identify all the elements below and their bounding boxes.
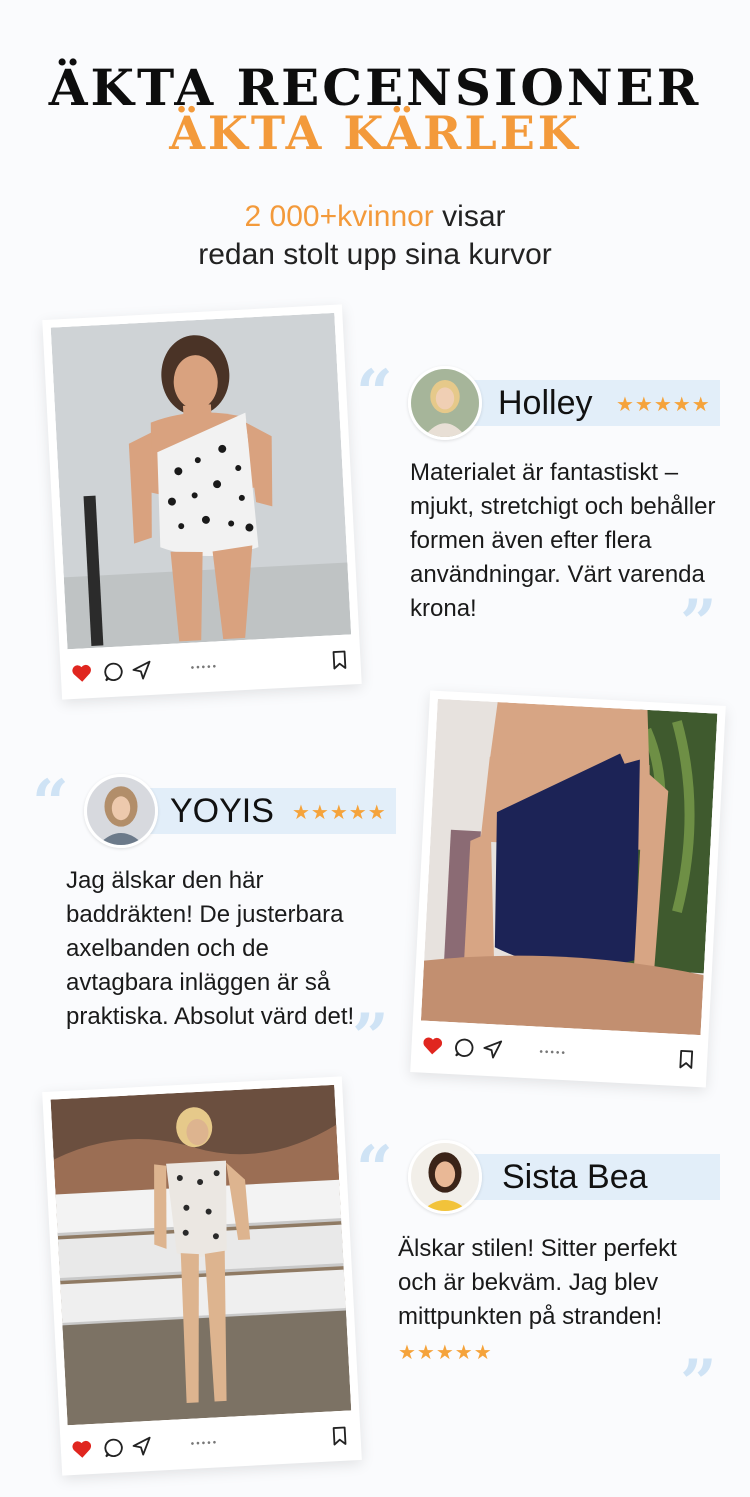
review-text: Jag älskar den här baddräkten! De juster… (66, 867, 355, 1030)
star-rating: ★★★★★ (398, 1342, 493, 1364)
avatar (84, 774, 158, 848)
carousel-dots: ••••• (190, 661, 219, 674)
quote-icon: “ (32, 766, 69, 841)
share-icon[interactable] (130, 659, 153, 682)
post-photo-navy-swimsuit (420, 698, 718, 1036)
review-text: Älskar stilen! Sitter perfekt och är bek… (398, 1235, 677, 1330)
avatar (408, 366, 482, 440)
star-rating: ★★★★★ (616, 394, 711, 416)
photo-post-2: ••••• (410, 690, 726, 1088)
photo-post-3: ••••• (42, 1076, 362, 1476)
carousel-dots: ••••• (190, 1437, 219, 1450)
quote-icon: ” (680, 586, 717, 661)
quote-icon: ” (680, 1346, 717, 1421)
share-icon[interactable] (130, 1435, 153, 1458)
headline-real-love: ÄKTA KÄRLEK (169, 106, 581, 160)
comment-icon[interactable] (453, 1036, 476, 1059)
quote-icon: “ (356, 356, 393, 431)
bookmark-icon[interactable] (675, 1048, 698, 1071)
intro-rest: visar (433, 200, 506, 233)
avatar (408, 1140, 482, 1214)
heart-icon[interactable] (70, 662, 93, 685)
bookmark-icon[interactable] (328, 1424, 351, 1447)
bookmark-icon[interactable] (328, 648, 351, 671)
comment-icon[interactable] (102, 660, 125, 683)
heart-icon[interactable] (421, 1035, 444, 1058)
reviewer-name: Holley (498, 384, 593, 422)
post-photo-boat-swimsuit (50, 1084, 352, 1426)
post-photo-leopard-swimsuit (50, 312, 352, 650)
reviewer-name: Sista Bea (502, 1158, 648, 1196)
reviewer-name: YOYIS (170, 792, 274, 830)
photo-post-1: ••••• (42, 304, 362, 700)
star-rating: ★★★★★ (292, 802, 387, 824)
heart-icon[interactable] (70, 1438, 93, 1461)
quote-icon: ” (352, 1000, 389, 1075)
intro-highlight: 2 000+kvinnor (244, 200, 434, 233)
carousel-dots: ••••• (539, 1046, 568, 1060)
intro-text: 2 000+kvinnor visar redan stolt upp sina… (0, 198, 750, 274)
reviewer-yoyis: YOYIS ★★★★★ (84, 774, 399, 850)
intro-line2: redan stolt upp sina kurvor (198, 238, 552, 271)
comment-icon[interactable] (102, 1436, 125, 1459)
reviewer-holley: Holley ★★★★★ (408, 366, 723, 442)
quote-icon: “ (356, 1132, 393, 1207)
reviewer-sista-bea: Sista Bea (408, 1140, 723, 1216)
share-icon[interactable] (481, 1038, 504, 1061)
